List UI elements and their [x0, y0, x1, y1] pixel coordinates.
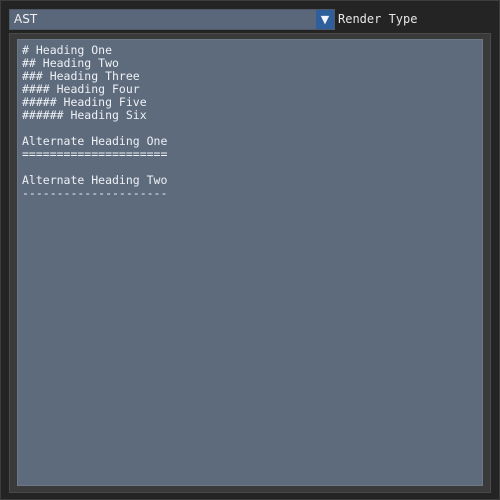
editor-line: ===================== — [22, 147, 168, 161]
editor-line: --------------------- — [22, 186, 168, 200]
app-window: AST ▼ Render Type # Heading One ## Headi… — [0, 0, 500, 500]
render-type-value: AST — [14, 12, 38, 26]
triangle-down-icon[interactable]: ▼ — [316, 10, 334, 29]
render-type-dropdown[interactable]: AST ▼ — [9, 9, 335, 30]
markdown-editor[interactable]: # Heading One ## Heading Two ### Heading… — [17, 39, 483, 486]
editor-line: ###### Heading Six — [22, 108, 147, 122]
editor-panel: # Heading One ## Heading Two ### Heading… — [9, 33, 491, 493]
render-type-label: Render Type — [338, 12, 418, 26]
toolbar: AST ▼ Render Type — [9, 9, 489, 30]
